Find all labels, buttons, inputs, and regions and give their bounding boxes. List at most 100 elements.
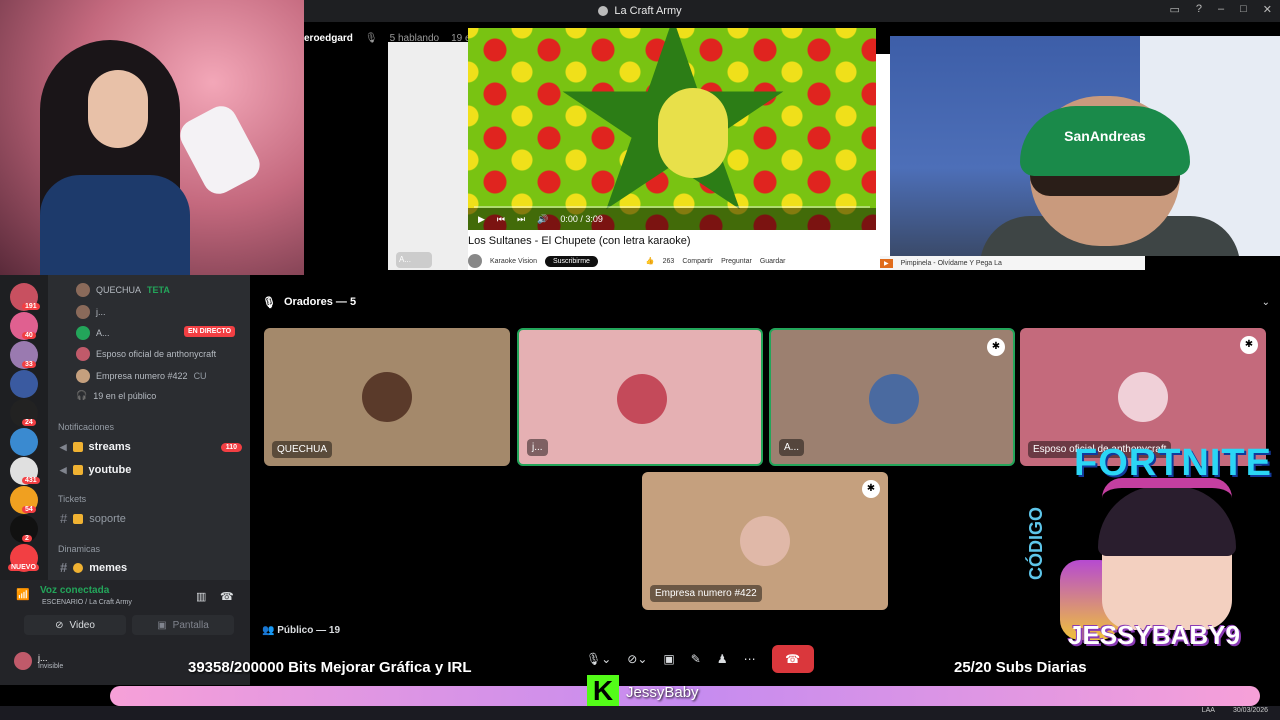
server-badge: 191 — [22, 303, 40, 310]
channel-row: Karaoke Vision Suscribirme 👍 263 Compart… — [468, 252, 888, 270]
video-title: Los Sultanes - El Chupete (con letra kar… — [468, 235, 691, 247]
audience-row[interactable]: 🎧 19 en el público — [76, 390, 156, 401]
voice-user-row[interactable]: A... — [76, 326, 110, 340]
code-label: CÓDIGO — [1026, 506, 1046, 580]
username: j... — [38, 652, 48, 663]
voice-user-tag: TETA — [147, 285, 170, 295]
suggestion-strip: ▶ Pimpinela - Olvídame Y Pega La — [880, 256, 1145, 270]
suggestion-title[interactable]: Pimpinela - Olvídame Y Pega La — [901, 260, 1002, 267]
server-badge: 431 — [22, 477, 40, 484]
disconnect-icon[interactable]: ☎ — [220, 590, 234, 603]
back-chip[interactable]: A... — [396, 252, 432, 268]
ask-button[interactable]: Preguntar — [721, 258, 752, 265]
channel-streams[interactable]: ◂ streams 110 — [60, 439, 242, 455]
bits-goal-text: 39358/200000 Bits Mejorar Gráfica y IRL — [188, 659, 472, 676]
channel-avatar[interactable] — [468, 254, 482, 268]
next-icon[interactable]: ⏭ — [517, 214, 525, 225]
user-avatar — [76, 347, 90, 361]
channel-label: memes — [89, 561, 128, 574]
user-avatar — [14, 652, 32, 670]
voice-user-name: Esposo oficial de anthonycraft — [96, 349, 217, 359]
voice-user-row[interactable]: Esposo oficial de anthonycraft — [76, 347, 216, 361]
channel-name[interactable]: Karaoke Vision — [490, 258, 537, 265]
speaker-tile[interactable]: Empresa numero #422 ✱ — [642, 472, 888, 610]
bell-icon — [72, 442, 83, 452]
mic-toggle-icon[interactable]: 🎙⌄ — [586, 652, 611, 666]
video-player[interactable]: ▶ ⏮ ⏭ 🔊 0:00 / 3:09 — [468, 28, 876, 230]
channel-memes[interactable]: # memes — [60, 560, 242, 575]
save-button[interactable]: Guardar — [760, 258, 786, 265]
camera-off-icon: ⊘ — [55, 619, 64, 631]
discord-logo-icon — [598, 6, 609, 16]
speaker-tile[interactable]: A... ✱ — [769, 328, 1015, 466]
speakers-label: Oradores — 5 — [283, 296, 357, 308]
invite-icon[interactable]: ♟ — [717, 652, 728, 666]
screen-share-icon[interactable]: ▣ — [663, 652, 674, 666]
server-icon[interactable] — [10, 370, 38, 398]
webcam-person-face — [88, 70, 148, 148]
category-dynamics[interactable]: Dinamicas — [58, 544, 100, 554]
creator-code: JESSYBABY9 — [1068, 620, 1240, 650]
speaker-avatar — [362, 372, 412, 422]
speaker-avatar — [1118, 372, 1168, 422]
category-tickets[interactable]: Tickets — [58, 494, 86, 504]
channel-youtube[interactable]: ◂ youtube — [60, 462, 242, 478]
inbox-icon[interactable]: ▭ — [1169, 3, 1179, 16]
signal-icon: 📶 — [16, 589, 30, 601]
video-button[interactable]: ⊘ Video — [24, 615, 126, 635]
screen-button-label: Pantalla — [172, 619, 209, 631]
server-icon[interactable] — [10, 428, 38, 456]
microphone — [174, 100, 266, 200]
speaker-tile[interactable]: QUECHUA — [264, 328, 510, 466]
system-tray: LAA 30/03/2026 — [1202, 707, 1268, 714]
activity-icon[interactable]: ✎ — [691, 652, 701, 666]
browser-sidebar — [388, 42, 468, 270]
prev-icon[interactable]: ⏮ — [497, 214, 505, 225]
mic-icon: 🎙 — [364, 32, 378, 44]
speaker-avatar — [740, 516, 790, 566]
server-badge: 2 — [22, 535, 32, 542]
close-button[interactable]: ✕ — [1263, 3, 1272, 16]
video-controls: ▶ ⏮ ⏭ 🔊 0:00 / 3:09 — [468, 208, 876, 230]
video-pacifier-shape — [658, 88, 728, 178]
server-badge: 54 — [22, 506, 36, 513]
clock-date[interactable]: 30/03/2026 — [1233, 707, 1268, 714]
minimize-button[interactable]: – — [1218, 3, 1224, 16]
language-indicator[interactable]: LAA — [1202, 707, 1215, 714]
kick-logo-icon: K — [587, 675, 619, 707]
leave-call-button[interactable]: ☎ — [771, 645, 814, 673]
webcam-left — [0, 0, 304, 275]
voice-user-row[interactable]: Empresa numero #422 CU — [76, 369, 207, 383]
channel-soporte[interactable]: # soporte — [60, 511, 242, 526]
voice-status[interactable]: Voz conectada — [40, 585, 109, 596]
voice-user-tag: CU — [193, 371, 207, 381]
chevron-down-icon[interactable]: ⌄ — [1262, 297, 1270, 308]
like-icon[interactable]: 👍 — [646, 257, 655, 265]
maximize-button[interactable]: □ — [1240, 3, 1247, 16]
server-badge: 40 — [22, 332, 36, 339]
screen-share-button[interactable]: ▣ Pantalla — [132, 615, 234, 635]
voice-user-name: j... — [96, 307, 106, 317]
subscribe-button[interactable]: Suscribirme — [544, 255, 598, 267]
play-icon[interactable]: ▶ — [478, 214, 485, 225]
voice-user-name: QUECHUA — [96, 285, 142, 295]
window-title: La Craft Army — [614, 5, 682, 17]
share-button[interactable]: Compartir — [682, 258, 713, 265]
webcam-person-shirt — [40, 175, 190, 275]
channel-label: youtube — [88, 464, 132, 476]
camera-toggle-icon[interactable]: ⊘⌄ — [627, 652, 647, 666]
category-notifications[interactable]: Notificaciones — [58, 422, 114, 432]
speaker-tile[interactable]: j... — [517, 328, 763, 466]
volume-icon[interactable]: 🔊 — [537, 214, 548, 225]
help-icon[interactable]: ? — [1196, 3, 1202, 16]
voice-user-row[interactable]: j... — [76, 305, 106, 319]
voice-user-row[interactable]: QUECHUA TETA — [76, 283, 170, 297]
suggestion-thumb[interactable]: ▶ — [880, 258, 893, 268]
noise-suppression-icon[interactable]: ▥ — [196, 590, 206, 603]
user-panel[interactable]: j... Invisible — [14, 652, 63, 670]
audience-label: Público — 19 — [277, 625, 341, 636]
bell-icon — [72, 465, 83, 475]
speakers-header: 🎙 Oradores — 5 — [262, 296, 356, 309]
more-icon[interactable]: ⋯ — [744, 652, 756, 666]
kick-username: JessyBaby — [626, 684, 699, 701]
